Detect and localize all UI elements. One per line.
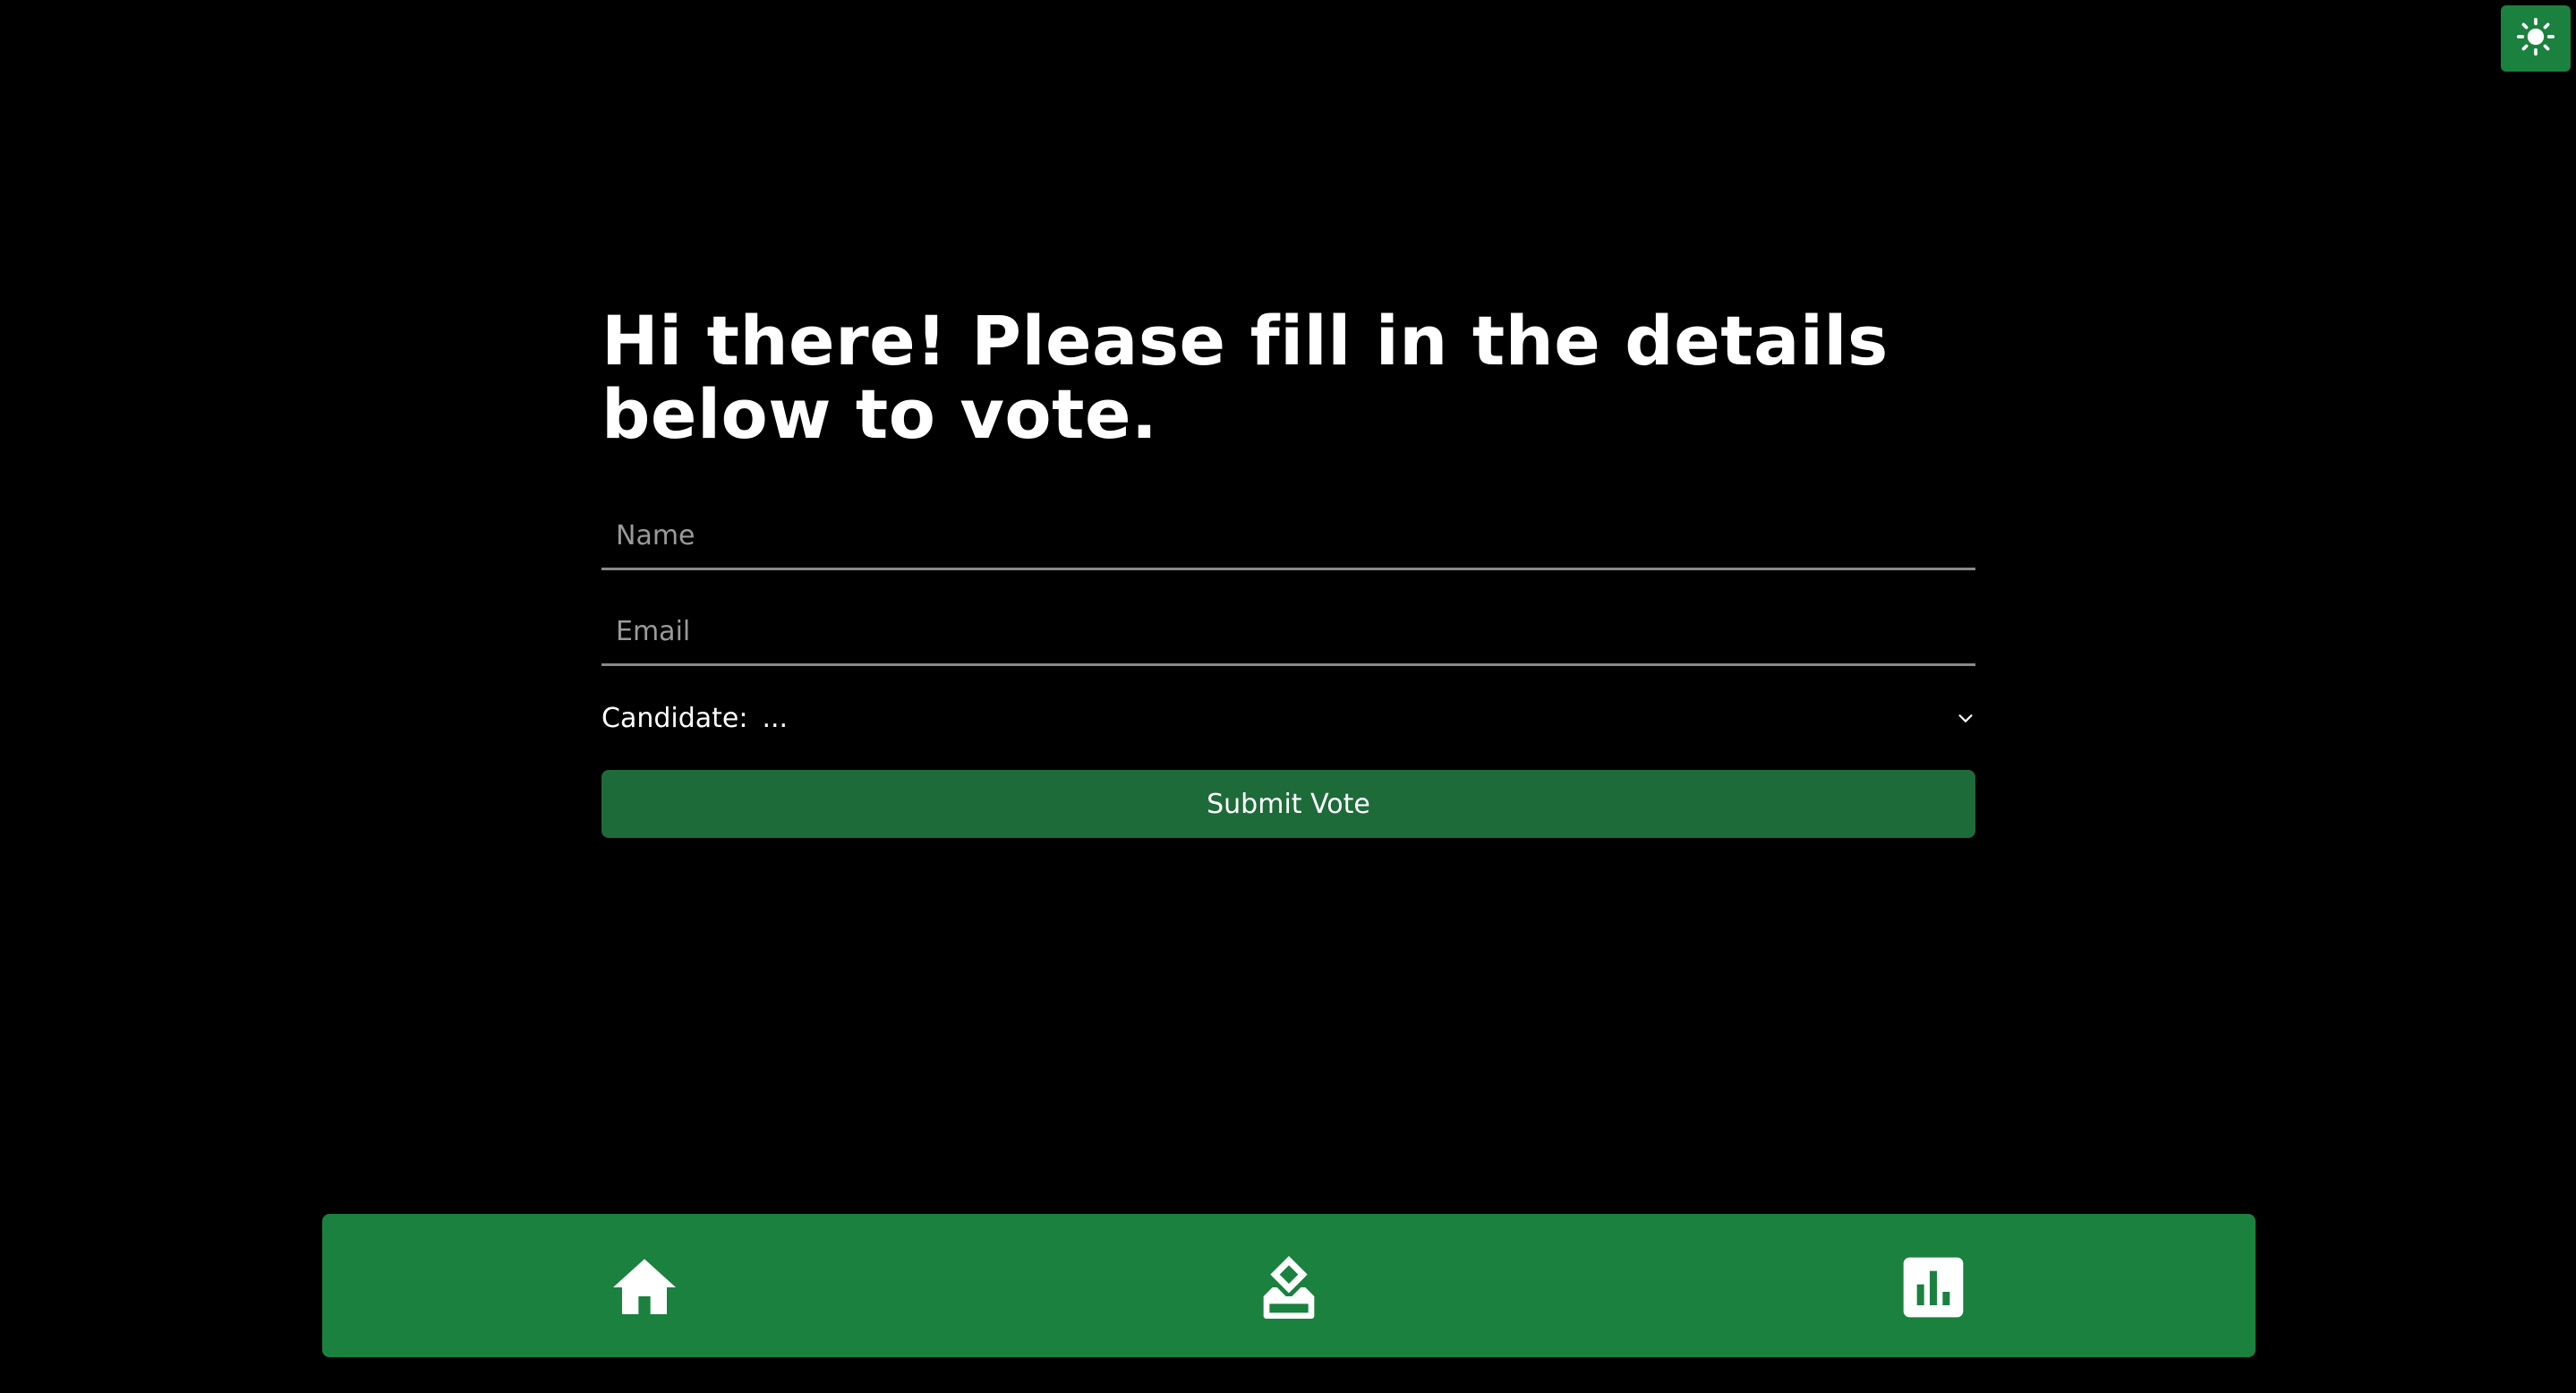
candidate-selected-value: ... <box>762 702 789 734</box>
chevron-down-icon <box>1956 708 1975 728</box>
home-icon <box>609 1252 680 1323</box>
email-input[interactable] <box>601 592 1975 663</box>
candidate-select[interactable]: ... <box>762 693 1975 743</box>
candidate-row: Candidate: ... <box>601 693 1975 743</box>
theme-toggle-button[interactable] <box>2501 5 2571 72</box>
nav-vote[interactable] <box>1251 1250 1326 1325</box>
nav-home[interactable] <box>607 1250 682 1325</box>
ballot-box-icon <box>1253 1252 1325 1323</box>
bar-chart-icon <box>1898 1252 1969 1323</box>
sun-icon <box>2516 17 2555 60</box>
email-field-wrapper <box>601 592 1975 666</box>
name-field-wrapper <box>601 496 1975 570</box>
name-input[interactable] <box>601 496 1975 568</box>
vote-form: Hi there! Please fill in the details bel… <box>601 304 1975 838</box>
nav-results[interactable] <box>1896 1250 1971 1325</box>
candidate-label: Candidate: <box>601 702 748 734</box>
page-title: Hi there! Please fill in the details bel… <box>601 301 1889 454</box>
submit-vote-button[interactable]: Submit Vote <box>601 770 1975 838</box>
bottom-nav <box>322 1214 2256 1357</box>
